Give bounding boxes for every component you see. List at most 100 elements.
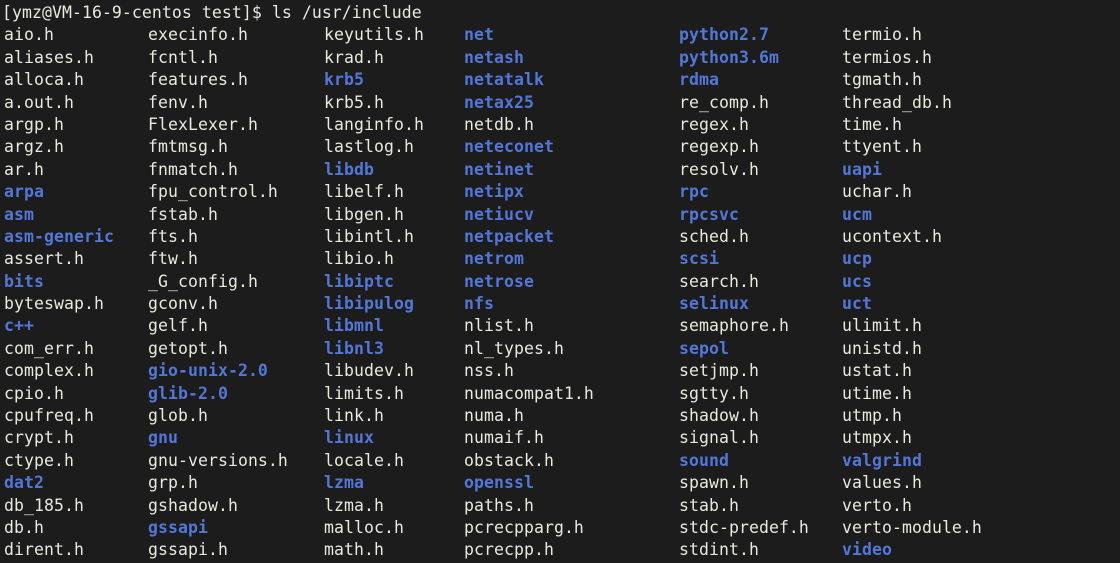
file-entry: aliases.h	[4, 47, 94, 67]
file-entry: numaif.h	[464, 428, 544, 448]
directory-entry: netax25	[464, 92, 534, 112]
file-entry: tgmath.h	[842, 70, 922, 90]
file-entry: netdb.h	[464, 114, 534, 134]
file-entry: libintl.h	[324, 226, 414, 246]
file-entry: numa.h	[464, 406, 524, 426]
directory-entry: python2.7	[679, 25, 769, 45]
file-entry: search.h	[679, 271, 759, 291]
file-entry: limits.h	[324, 383, 404, 403]
listing-row: dirent.h gssapi.h math.h pcrecpp.h stdint.h v…	[2, 539, 1120, 561]
directory-entry: gio-unix-2.0	[148, 361, 268, 381]
file-entry: verto-module.h	[842, 517, 982, 537]
directory-entry: libdb	[324, 159, 374, 179]
file-entry: libgen.h	[324, 204, 404, 224]
file-entry: sgtty.h	[679, 383, 749, 403]
listing-row: com_err.h getopt.h libnl3 nl_types.h sepol un…	[2, 338, 1120, 360]
file-entry: termios.h	[842, 47, 932, 67]
terminal-window[interactable]: [ymz@VM-16-9-centos test]$ ls /usr/inclu…	[0, 0, 1120, 563]
file-entry: values.h	[842, 473, 922, 493]
directory-entry: libipulog	[324, 294, 414, 314]
directory-entry: netiucv	[464, 204, 534, 224]
file-entry: regexp.h	[679, 137, 759, 157]
listing-row: crypt.h gnu linux numaif.h signal.h utmpx.h	[2, 427, 1120, 449]
directory-entry: dat2	[4, 473, 44, 493]
file-entry: byteswap.h	[4, 294, 104, 314]
file-entry: fpu_control.h	[148, 182, 278, 202]
file-entry: dirent.h	[4, 540, 84, 560]
directory-entry: krb5	[324, 70, 364, 90]
directory-entry: libnl3	[324, 338, 384, 358]
listing-row: byteswap.h gconv.h libipulog nfs selinux uct	[2, 293, 1120, 315]
directory-entry: gnu	[148, 428, 178, 448]
file-entry: sched.h	[679, 226, 749, 246]
listing-row: a.out.h fenv.h krb5.h netax25 re_comp.h threa…	[2, 92, 1120, 114]
file-entry: lastlog.h	[324, 137, 414, 157]
file-entry: getopt.h	[148, 338, 228, 358]
listing-row: aio.h execinfo.h keyutils.h net python2.7 ter…	[2, 24, 1120, 46]
file-entry: locale.h	[324, 450, 404, 470]
listing-row: complex.h gio-unix-2.0 libudev.h nss.h setjm…	[2, 360, 1120, 382]
file-entry: fcntl.h	[148, 47, 218, 67]
file-entry: ttyent.h	[842, 137, 922, 157]
file-entry: libelf.h	[324, 182, 404, 202]
file-entry: termio.h	[842, 25, 922, 45]
directory-entry: netash	[464, 47, 524, 67]
file-entry: gelf.h	[148, 316, 208, 336]
file-entry: shadow.h	[679, 406, 759, 426]
file-entry: nl_types.h	[464, 338, 564, 358]
file-entry: krad.h	[324, 47, 384, 67]
file-entry: verto.h	[842, 495, 912, 515]
file-entry: nss.h	[464, 361, 514, 381]
listing-row: aliases.h fcntl.h krad.h netash python3.6m te…	[2, 47, 1120, 69]
file-entry: thread_db.h	[842, 92, 952, 112]
directory-entry: video	[842, 540, 892, 560]
directory-entry: sound	[679, 450, 729, 470]
file-entry: regex.h	[679, 114, 749, 134]
command-text: ls /usr/include	[271, 3, 422, 22]
file-entry: com_err.h	[4, 338, 94, 358]
directory-entry: ucp	[842, 249, 872, 269]
file-entry: pcrecpparg.h	[464, 517, 584, 537]
directory-entry: netatalk	[464, 70, 544, 90]
file-entry: db_185.h	[4, 495, 84, 515]
file-entry: stdc-predef.h	[679, 517, 809, 537]
file-entry: pcrecpp.h	[464, 540, 554, 560]
directory-entry: scsi	[679, 249, 719, 269]
file-entry: ucontext.h	[842, 226, 942, 246]
file-entry: db.h	[4, 517, 44, 537]
shell-prompt: [ymz@VM-16-9-centos test]$	[2, 3, 272, 22]
directory-entry: glib-2.0	[148, 383, 228, 403]
file-entry: gconv.h	[148, 294, 218, 314]
directory-entry: rpcsvc	[679, 204, 739, 224]
file-entry: math.h	[324, 540, 384, 560]
listing-row: ar.h fnmatch.h libdb netinet resolv.h uapi	[2, 159, 1120, 181]
prompt-line: [ymz@VM-16-9-centos test]$ ls /usr/inclu…	[2, 2, 1120, 24]
file-entry: utmpx.h	[842, 428, 912, 448]
directory-entry: linux	[324, 428, 374, 448]
directory-entry: libiptc	[324, 271, 394, 291]
file-entry: fts.h	[148, 226, 198, 246]
directory-entry: netrom	[464, 249, 524, 269]
file-entry: setjmp.h	[679, 361, 759, 381]
file-entry: grp.h	[148, 473, 198, 493]
listing-row: asm-generic fts.h libintl.h netpacket sched.…	[2, 226, 1120, 248]
file-entry: gshadow.h	[148, 495, 238, 515]
file-entry: _G_config.h	[148, 271, 258, 291]
file-entry: ustat.h	[842, 361, 912, 381]
file-entry: stdint.h	[679, 540, 759, 560]
directory-entry: neteconet	[464, 137, 554, 157]
listing-row: c++ gelf.h libmnl nlist.h semaphore.h ulimit.…	[2, 315, 1120, 337]
listing-row: argz.h fmtmsg.h lastlog.h neteconet regexp.h…	[2, 136, 1120, 158]
file-entry: keyutils.h	[324, 25, 424, 45]
file-entry: features.h	[148, 70, 248, 90]
file-entry: ctype.h	[4, 450, 74, 470]
file-entry: argp.h	[4, 114, 64, 134]
file-entry: malloc.h	[324, 517, 404, 537]
directory-entry: ucm	[842, 204, 872, 224]
file-entry: fnmatch.h	[148, 159, 238, 179]
file-entry: aio.h	[4, 25, 54, 45]
listing-row: arpa fpu_control.h libelf.h netipx rpc uchar.…	[2, 181, 1120, 203]
file-entry: gssapi.h	[148, 540, 228, 560]
file-entry: cpufreq.h	[4, 406, 94, 426]
listing-row: dat2 grp.h lzma openssl spawn.h values.h	[2, 472, 1120, 494]
